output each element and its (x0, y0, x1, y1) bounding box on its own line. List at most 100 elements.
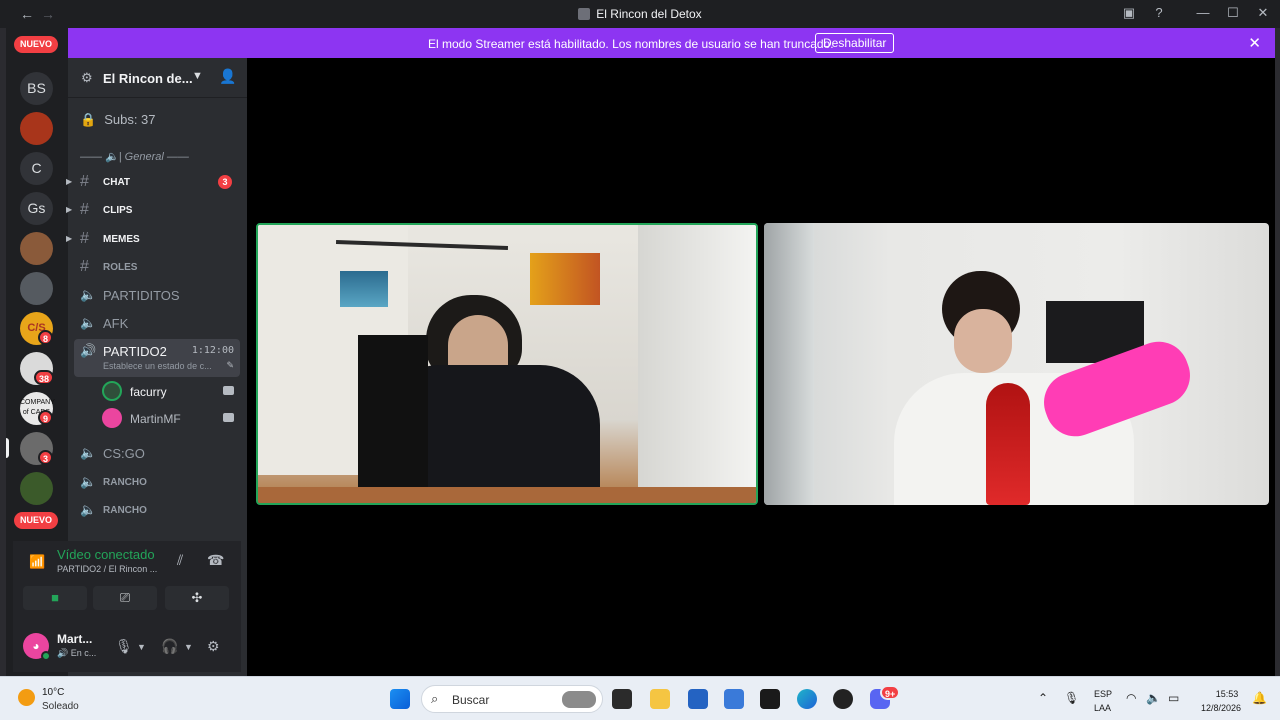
screen-share-button[interactable]: ⎚ (93, 586, 157, 610)
pencil-icon[interactable]: ✎ (226, 360, 234, 371)
hash-icon: # (80, 201, 89, 218)
painting-portrait (530, 253, 600, 305)
discord-badge: 9+ (880, 685, 901, 700)
help-icon[interactable]: ? (1150, 5, 1168, 20)
channel-label: RANCHO (103, 477, 147, 488)
chevron-down-icon[interactable]: ▼ (192, 70, 203, 82)
speaker-icon: 🔈 (80, 287, 97, 302)
channel-chat[interactable]: ▶ # CHAT 3 (66, 170, 240, 194)
language-top[interactable]: ESP (1094, 689, 1112, 699)
audio-options-chevron-icon[interactable]: ▼ (184, 642, 193, 652)
server-icon (578, 8, 591, 20)
amazon-icon[interactable] (760, 689, 780, 709)
channel-label: AFK (103, 316, 129, 331)
disconnect-icon[interactable]: ☎ (207, 552, 224, 569)
voice-connection-panel: 📶 Vídeo conectado PARTIDO2 / El Rincon .… (13, 541, 241, 672)
channel-roles[interactable]: # ROLES (74, 255, 240, 279)
headphones-icon[interactable]: 🎧 (161, 638, 178, 655)
server-bs[interactable]: BS (20, 72, 53, 105)
taskbar-search[interactable]: ⌕ Buscar (421, 685, 603, 713)
caret-right-icon: ▶ (66, 177, 73, 186)
server-avatar-3[interactable] (20, 272, 53, 305)
sun-icon[interactable] (18, 689, 35, 706)
noise-suppression-icon[interactable]: ⫽ (177, 552, 183, 569)
file-explorer-icon[interactable] (650, 689, 670, 709)
channel-label: CHAT (103, 177, 131, 188)
server-avatar-2[interactable] (20, 232, 53, 265)
door-frame (764, 223, 814, 505)
microphone-icon[interactable]: 🎙 (115, 638, 133, 655)
store-icon[interactable] (688, 689, 708, 709)
voice-channel-rancho-2[interactable]: 🔈 RANCHO (74, 498, 240, 522)
close-window-button[interactable]: ✕ (1254, 5, 1272, 21)
new-servers-pill[interactable]: NUEVO (14, 36, 59, 53)
voice-channel-partido2[interactable]: 🔊 PARTIDO2 1:12:00 Establece un estado d… (74, 339, 240, 377)
outlook-icon[interactable] (724, 689, 744, 709)
server-badge: 3 (38, 450, 54, 465)
user-bar: ◕ Mart... 🔊 En c... 🎙 ▼ 🎧 ▼ ⚙ (13, 621, 241, 672)
camera-toggle-button[interactable]: ■ (23, 586, 87, 610)
channel-label: CLIPS (103, 205, 133, 216)
volume-icon[interactable]: 🔈 (1146, 691, 1161, 705)
voice-channel-rancho[interactable]: 🔈 RANCHO (74, 470, 240, 494)
new-servers-pill-bottom[interactable]: NUEVO (14, 512, 59, 529)
red-microphone (986, 383, 1030, 505)
signal-icon[interactable]: 📶 (29, 554, 45, 570)
settings-gear-icon[interactable]: ⚙ (207, 638, 220, 655)
minimize-button[interactable]: — (1194, 5, 1212, 20)
language-bottom[interactable]: LAA (1094, 703, 1111, 713)
channel-clips[interactable]: ▶ # CLIPS (66, 198, 240, 222)
clock-date[interactable]: 12/8/2026 (1197, 703, 1245, 713)
edge-icon[interactable] (797, 689, 817, 709)
close-banner-icon[interactable]: ✕ (1248, 34, 1261, 52)
weather-desc[interactable]: Soleado (42, 701, 79, 712)
voice-user-facurry[interactable]: facurry (102, 381, 240, 403)
weather-temp[interactable]: 10°C (42, 687, 64, 698)
inbox-icon[interactable]: ▣ (1120, 5, 1138, 21)
channel-label: MEMES (103, 234, 140, 245)
wifi-icon[interactable]: ◠ (1126, 691, 1136, 705)
window-title: El Rincon del Detox (596, 7, 702, 21)
activities-button[interactable]: ✣ (165, 586, 229, 610)
windows-start-icon[interactable] (390, 689, 410, 709)
selected-server-indicator (6, 438, 9, 458)
task-view-icon[interactable] (612, 689, 632, 709)
maximize-button[interactable]: ☐ (1224, 5, 1242, 21)
server-badge: 9 (38, 410, 54, 425)
server-gs[interactable]: Gs (20, 192, 53, 225)
show-hidden-icons-chevron[interactable]: ⌃ (1038, 691, 1048, 705)
avatar (102, 381, 122, 401)
window-blinds (638, 225, 756, 503)
voice-channel-csgo[interactable]: 🔈 CS:GO (74, 441, 240, 465)
server-c[interactable]: C (20, 152, 53, 185)
notifications-icon[interactable]: 🔔 (1252, 691, 1267, 705)
channel-label: PARTIDO2 (103, 344, 167, 359)
disable-streamer-button[interactable]: Deshabilitar (815, 33, 895, 53)
mic-options-chevron-icon[interactable]: ▼ (137, 642, 146, 652)
voice-channel-afk[interactable]: 🔈 AFK (74, 311, 240, 335)
app-icon[interactable] (833, 689, 853, 709)
mention-badge: 3 (218, 175, 232, 189)
video-stage (247, 58, 1275, 676)
category-general[interactable]: —— 🔈| General —— (80, 150, 189, 163)
voice-channel-partiditos[interactable]: 🔈 PARTIDITOS (74, 283, 240, 307)
channel-memes[interactable]: ▶ # MEMES (66, 227, 240, 251)
caret-right-icon: ▶ (66, 205, 73, 214)
invite-user-icon[interactable]: 👤 (219, 68, 236, 85)
video-tile-2[interactable] (764, 223, 1269, 505)
caret-right-icon: ▶ (66, 234, 73, 243)
user-name[interactable]: Mart... (57, 632, 92, 646)
clock-time[interactable]: 15:53 (1212, 689, 1242, 699)
locked-channel-subs: 🔒 Subs: 37 (80, 112, 156, 127)
voice-location[interactable]: PARTIDO2 / El Rincon ... (57, 564, 157, 574)
microphone-tray-icon[interactable]: 🎙 (1064, 691, 1079, 705)
battery-icon[interactable]: ▭ (1168, 691, 1179, 705)
server-header[interactable]: ⚙ El Rincon de... ▼ 👤 (68, 58, 247, 98)
video-tile-speaking[interactable] (256, 223, 758, 505)
server-badge: 8 (38, 330, 54, 345)
set-status-prompt[interactable]: Establece un estado de c... (103, 361, 227, 371)
server-avatar-1[interactable] (20, 112, 53, 145)
voice-user-martinmf[interactable]: MartinMF (102, 408, 240, 430)
server-avatar-6[interactable] (20, 472, 53, 505)
user-status: En c... (70, 648, 97, 658)
